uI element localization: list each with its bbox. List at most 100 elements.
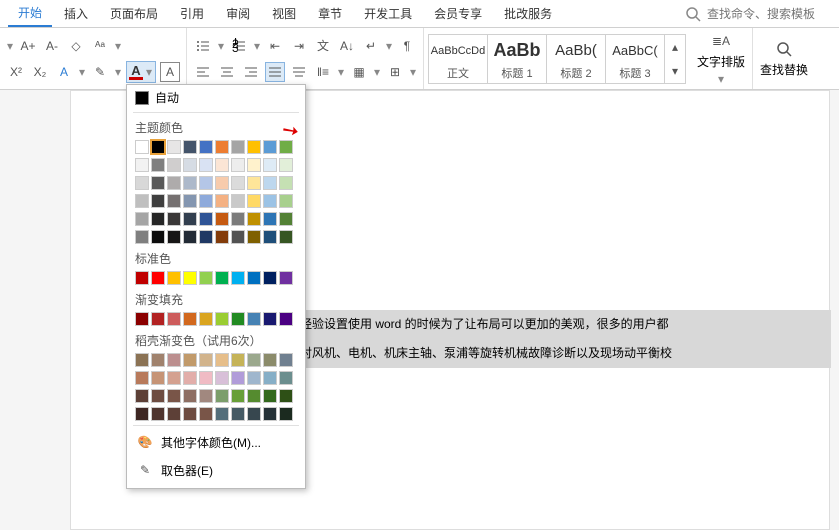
color-swatch[interactable] bbox=[279, 353, 293, 367]
line-icon[interactable]: ↵ bbox=[361, 36, 381, 56]
color-swatch[interactable] bbox=[279, 312, 293, 326]
color-swatch[interactable] bbox=[183, 312, 197, 326]
color-swatch[interactable] bbox=[263, 212, 277, 226]
color-swatch[interactable] bbox=[167, 407, 181, 421]
color-swatch[interactable] bbox=[247, 353, 261, 367]
color-swatch[interactable] bbox=[183, 212, 197, 226]
color-swatch[interactable] bbox=[263, 140, 277, 154]
color-swatch[interactable] bbox=[135, 312, 149, 326]
color-swatch[interactable] bbox=[279, 158, 293, 172]
color-swatch[interactable] bbox=[135, 371, 149, 385]
tab-reference[interactable]: 引用 bbox=[170, 1, 214, 26]
color-swatch[interactable] bbox=[247, 312, 261, 326]
show-marks-icon[interactable]: ¶ bbox=[397, 36, 417, 56]
color-swatch[interactable] bbox=[183, 407, 197, 421]
color-swatch[interactable] bbox=[231, 194, 245, 208]
color-swatch[interactable] bbox=[215, 407, 229, 421]
color-swatch[interactable] bbox=[247, 212, 261, 226]
decrease-indent-icon[interactable]: ⇤ bbox=[265, 36, 285, 56]
color-swatch[interactable] bbox=[279, 389, 293, 403]
color-swatch[interactable] bbox=[215, 271, 229, 285]
document-text[interactable]: 经验设置使用 word 的时候为了让布局可以更加的美观，很多的用户都 对风机、电… bbox=[300, 310, 831, 368]
color-swatch[interactable] bbox=[279, 230, 293, 244]
color-swatch[interactable] bbox=[151, 371, 165, 385]
style-more-icon[interactable]: ▾ bbox=[665, 59, 685, 83]
find-replace-button[interactable]: 查找替换 bbox=[759, 39, 809, 78]
tab-view[interactable]: 视图 bbox=[262, 1, 306, 26]
style-heading2[interactable]: AaBb(标题 2 bbox=[546, 34, 606, 84]
color-swatch[interactable] bbox=[215, 194, 229, 208]
color-swatch[interactable] bbox=[263, 353, 277, 367]
color-swatch[interactable] bbox=[247, 371, 261, 385]
tab-review[interactable]: 审阅 bbox=[216, 1, 260, 26]
increase-font-icon[interactable]: A+ bbox=[18, 36, 38, 56]
color-swatch[interactable] bbox=[135, 158, 149, 172]
color-swatch[interactable] bbox=[135, 389, 149, 403]
color-swatch[interactable] bbox=[151, 158, 165, 172]
tab-start[interactable]: 开始 bbox=[8, 0, 52, 27]
color-swatch[interactable] bbox=[167, 158, 181, 172]
tab-pagelayout[interactable]: 页面布局 bbox=[100, 1, 168, 26]
font-effect-icon[interactable]: A bbox=[54, 62, 74, 82]
style-heading3[interactable]: AaBbC(标题 3 bbox=[605, 34, 665, 84]
more-colors-row[interactable]: 🎨 其他字体颜色(M)... bbox=[127, 428, 305, 456]
highlight-icon[interactable]: ✎ bbox=[90, 62, 110, 82]
color-swatch[interactable] bbox=[231, 140, 245, 154]
color-swatch[interactable] bbox=[231, 389, 245, 403]
color-swatch[interactable] bbox=[151, 230, 165, 244]
color-swatch[interactable] bbox=[167, 176, 181, 190]
color-swatch[interactable] bbox=[183, 158, 197, 172]
color-swatch[interactable] bbox=[215, 176, 229, 190]
color-swatch[interactable] bbox=[151, 407, 165, 421]
style-normal[interactable]: AaBbCcDd正文 bbox=[428, 34, 488, 84]
color-swatch[interactable] bbox=[183, 271, 197, 285]
color-swatch[interactable] bbox=[215, 140, 229, 154]
font-color-button[interactable]: A ▾ bbox=[126, 61, 156, 83]
color-swatch[interactable] bbox=[231, 212, 245, 226]
color-swatch[interactable] bbox=[247, 140, 261, 154]
color-swatch[interactable] bbox=[135, 176, 149, 190]
color-swatch[interactable] bbox=[151, 212, 165, 226]
text-wrap-button[interactable]: ≣A 文字排版▾ bbox=[696, 31, 746, 86]
line-spacing-icon[interactable]: ‖≡ bbox=[313, 62, 333, 82]
color-swatch[interactable] bbox=[151, 271, 165, 285]
color-swatch[interactable] bbox=[151, 176, 165, 190]
shading-icon[interactable]: ▦ bbox=[349, 62, 369, 82]
clear-format-icon[interactable]: ◇ bbox=[66, 36, 86, 56]
color-swatch[interactable] bbox=[183, 194, 197, 208]
color-swatch[interactable] bbox=[247, 389, 261, 403]
color-swatch[interactable] bbox=[199, 140, 213, 154]
color-swatch[interactable] bbox=[135, 194, 149, 208]
color-swatch[interactable] bbox=[215, 389, 229, 403]
align-center-icon[interactable] bbox=[217, 62, 237, 82]
color-swatch[interactable] bbox=[263, 194, 277, 208]
color-swatch[interactable] bbox=[279, 194, 293, 208]
align-right-icon[interactable] bbox=[241, 62, 261, 82]
tab-member[interactable]: 会员专享 bbox=[424, 1, 492, 26]
color-swatch[interactable] bbox=[135, 212, 149, 226]
color-swatch[interactable] bbox=[279, 271, 293, 285]
color-swatch[interactable] bbox=[183, 176, 197, 190]
color-swatch[interactable] bbox=[231, 371, 245, 385]
dropdown-icon[interactable]: ▾ bbox=[6, 39, 14, 53]
color-swatch[interactable] bbox=[231, 158, 245, 172]
align-left-icon[interactable] bbox=[193, 62, 213, 82]
color-swatch[interactable] bbox=[199, 312, 213, 326]
color-swatch[interactable] bbox=[199, 271, 213, 285]
color-swatch[interactable] bbox=[167, 389, 181, 403]
number-list-icon[interactable]: 123 bbox=[229, 36, 249, 56]
border-icon[interactable]: ⊞ bbox=[385, 62, 405, 82]
color-swatch[interactable] bbox=[167, 371, 181, 385]
color-swatch[interactable] bbox=[135, 407, 149, 421]
color-swatch[interactable] bbox=[151, 312, 165, 326]
color-swatch[interactable] bbox=[279, 212, 293, 226]
search-input[interactable] bbox=[707, 7, 827, 21]
tab-insert[interactable]: 插入 bbox=[54, 1, 98, 26]
color-swatch[interactable] bbox=[199, 158, 213, 172]
color-swatch[interactable] bbox=[183, 140, 197, 154]
color-swatch[interactable] bbox=[263, 389, 277, 403]
color-swatch[interactable] bbox=[231, 312, 245, 326]
color-swatch[interactable] bbox=[231, 353, 245, 367]
color-swatch[interactable] bbox=[215, 212, 229, 226]
subscript-icon[interactable]: X₂ bbox=[30, 62, 50, 82]
